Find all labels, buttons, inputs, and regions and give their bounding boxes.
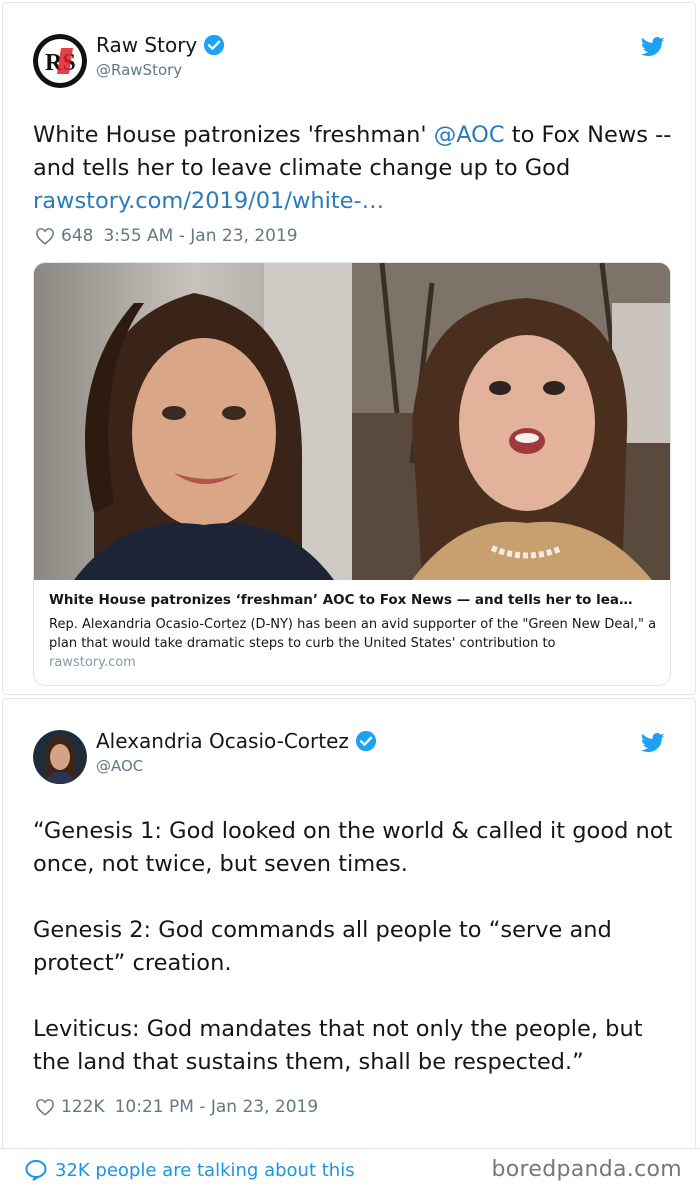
tweet-footer: 32K people are talking about this boredp… bbox=[0, 1148, 700, 1196]
verified-badge-icon bbox=[355, 730, 377, 752]
tweet-paragraph-2: Genesis 2: God commands all people to “s… bbox=[33, 917, 612, 976]
author-name[interactable]: Raw Story bbox=[96, 33, 197, 57]
conversation-link[interactable]: 32K people are talking about this bbox=[24, 1159, 355, 1181]
tweet-header: RS Raw Story @RawStory bbox=[33, 31, 669, 91]
like-count[interactable]: 122K bbox=[61, 1097, 105, 1117]
tweet-timestamp[interactable]: 10:21 PM - Jan 23, 2019 bbox=[115, 1097, 319, 1117]
link-card-title[interactable]: White House patronizes ‘freshman’ AOC to… bbox=[49, 592, 659, 608]
tweet-text-part: White House patronizes 'freshman' bbox=[33, 122, 434, 148]
author-handle[interactable]: @AOC bbox=[96, 757, 143, 775]
conversation-count-text[interactable]: 32K people are talking about this bbox=[55, 1160, 355, 1181]
tweet-meta: 648 3:55 AM - Jan 23, 2019 bbox=[35, 226, 298, 246]
heart-icon[interactable] bbox=[35, 1098, 55, 1116]
like-count[interactable]: 648 bbox=[61, 226, 93, 246]
avatar-rawstory[interactable]: RS bbox=[33, 34, 87, 88]
link-preview-card[interactable]: White House patronizes ‘freshman’ AOC to… bbox=[33, 262, 671, 686]
link-card-domain: rawstory.com bbox=[49, 655, 136, 670]
verified-badge-icon bbox=[203, 34, 225, 56]
twitter-bird-icon[interactable] bbox=[640, 37, 665, 57]
author-handle[interactable]: @RawStory bbox=[96, 61, 182, 79]
avatar-aoc[interactable] bbox=[33, 730, 87, 784]
tweet-card-aoc[interactable]: Alexandria Ocasio-Cortez @AOC “Genesis 1… bbox=[2, 698, 696, 1194]
tweet-paragraph-1: “Genesis 1: God looked on the world & ca… bbox=[33, 818, 673, 877]
heart-icon[interactable] bbox=[35, 227, 55, 245]
tweet-header: Alexandria Ocasio-Cortez @AOC bbox=[33, 727, 669, 787]
article-image-left bbox=[34, 263, 352, 580]
tweet-paragraph-3: Leviticus: God mandates that not only th… bbox=[33, 1016, 643, 1075]
tweet-meta: 122K 10:21 PM - Jan 23, 2019 bbox=[35, 1097, 318, 1117]
author-name[interactable]: Alexandria Ocasio-Cortez bbox=[96, 729, 349, 753]
speech-bubble-icon bbox=[25, 1159, 47, 1181]
link-card-description: Rep. Alexandria Ocasio-Cortez (D-NY) has… bbox=[49, 617, 657, 651]
article-image-right bbox=[352, 263, 670, 580]
tweet-text: White House patronizes 'freshman' @AOC t… bbox=[33, 119, 673, 218]
watermark-text: boredpanda.com bbox=[491, 1157, 682, 1182]
tweet-timestamp[interactable]: 3:55 AM - Jan 23, 2019 bbox=[103, 226, 297, 246]
article-link[interactable]: rawstory.com/2019/01/white-… bbox=[33, 188, 384, 214]
twitter-bird-icon[interactable] bbox=[640, 733, 665, 753]
mention-link[interactable]: @AOC bbox=[434, 122, 505, 148]
tweet-card-rawstory[interactable]: RS Raw Story @RawStory White House patro… bbox=[2, 2, 696, 695]
